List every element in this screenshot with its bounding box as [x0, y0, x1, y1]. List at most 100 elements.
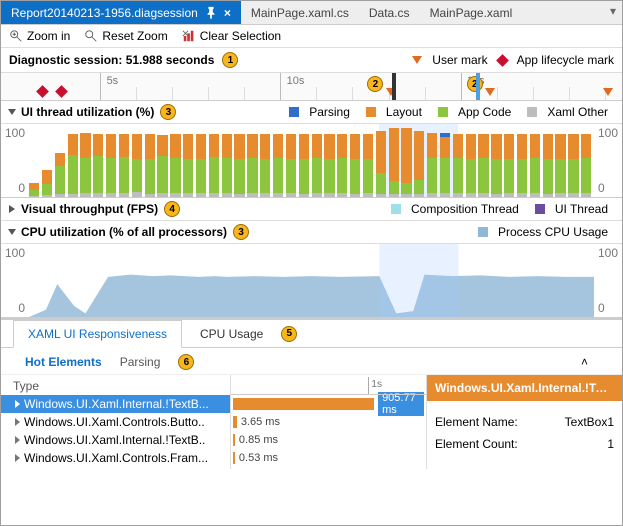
expander-icon[interactable] [15, 454, 20, 462]
chevron-up-icon[interactable]: ˄ [581, 355, 588, 369]
axis-right: 1000 [594, 124, 622, 197]
ui-thread-legend: Parsing Layout App Code Xaml Other [289, 105, 614, 119]
visual-throughput-title: Visual throughput (FPS) [21, 202, 158, 216]
legend-label: Process CPU Usage [498, 225, 608, 239]
expander-icon[interactable] [15, 418, 20, 426]
legend-label: Parsing [309, 105, 350, 119]
timeline-ruler[interactable]: 5s10s15s22 [1, 73, 622, 101]
duration-bar [233, 434, 235, 446]
clear-selection-icon [182, 29, 196, 43]
duration-bar [233, 398, 374, 410]
info-header: Windows.UI.Xaml.Internal.!TextB [427, 375, 622, 401]
bars-panel: 1s 905.77 ms 3.65 ms 0.85 ms 0.53 ms [231, 375, 427, 469]
legend-label: App Code [458, 105, 511, 119]
expander-icon[interactable] [8, 229, 16, 235]
bar-ruler: 1s [231, 377, 426, 395]
toolbar: Zoom in Reset Zoom Clear Selection [1, 25, 622, 48]
cpu-title: CPU utilization (% of all processors) [21, 225, 227, 239]
duration-bar [233, 416, 237, 428]
info-element-name-value: TextBox1 [565, 415, 614, 429]
info-element-name-label: Element Name: [435, 415, 518, 429]
duration-bar-row: 0.85 ms [231, 431, 426, 449]
tree-item[interactable]: Windows.UI.Xaml.Controls.Fram... [1, 449, 230, 467]
clear-selection-button[interactable]: Clear Selection [182, 29, 281, 43]
duration-value: 0.85 ms [239, 434, 278, 446]
legend-swatch [289, 107, 299, 117]
pin-icon[interactable] [204, 6, 218, 20]
zoom-in-button[interactable]: Zoom in [9, 29, 70, 43]
axis-right: 1000 [594, 244, 622, 317]
tab-cpu-usage[interactable]: CPU Usage [186, 321, 277, 347]
tree-panel: Type Windows.UI.Xaml.Internal.!TextB... W… [1, 375, 231, 469]
close-icon[interactable]: × [224, 6, 231, 20]
tab-active-report[interactable]: Report20140213-1956.diagsession × [1, 1, 241, 24]
tab-mainpage-xaml[interactable]: MainPage.xaml [420, 1, 523, 24]
legend-swatch [478, 227, 488, 237]
cpu-chart[interactable]: 1000 1000 [1, 244, 622, 318]
bottom-sub-tabs: Hot Elements Parsing 6 ˄ [1, 348, 622, 375]
callout-3a: 3 [160, 104, 176, 120]
duration-bar [233, 452, 235, 464]
detail-row: Type Windows.UI.Xaml.Internal.!TextB... W… [1, 375, 622, 469]
overflow-chevron-icon[interactable]: ▾ [604, 1, 622, 24]
expander-icon[interactable] [15, 436, 20, 444]
tree-item[interactable]: Windows.UI.Xaml.Controls.Butto.. [1, 413, 230, 431]
info-element-count-value: 1 [607, 437, 614, 451]
legend-label: Composition Thread [411, 202, 519, 216]
duration-bar-row: 905.77 ms [231, 395, 426, 413]
tab-mainpage-cs[interactable]: MainPage.xaml.cs [241, 1, 359, 24]
bottom-pane: XAML UI Responsiveness CPU Usage 5 Hot E… [1, 318, 622, 469]
tab-label: Report20140213-1956.diagsession [11, 6, 198, 20]
tree-item-label: Windows.UI.Xaml.Controls.Fram... [24, 451, 208, 465]
legend-lifecycle: App lifecycle mark [517, 53, 614, 67]
axis-left: 1000 [1, 244, 29, 317]
legend-label: UI Thread [555, 202, 608, 216]
duration-value: 0.53 ms [239, 452, 278, 464]
callout-2: 2 [367, 76, 383, 92]
legend-user-mark: User mark [432, 53, 487, 67]
tree-item[interactable]: Windows.UI.Xaml.Internal.!TextB.. [1, 431, 230, 449]
tree-item-label: Windows.UI.Xaml.Internal.!TextB.. [24, 433, 205, 447]
duration-bar-row: 0.53 ms [231, 449, 426, 467]
session-label: Diagnostic session: 51.988 seconds [9, 53, 214, 67]
duration-value: 3.65 ms [241, 416, 280, 428]
expander-icon[interactable] [15, 400, 20, 408]
bottom-tabs: XAML UI Responsiveness CPU Usage 5 [1, 320, 622, 348]
legend-swatch [391, 204, 401, 214]
session-info: Diagnostic session: 51.988 seconds 1 Use… [1, 48, 622, 73]
duration-value: 905.77 ms [378, 392, 424, 416]
visual-throughput-header: Visual throughput (FPS) 4 Composition Th… [1, 198, 622, 221]
callout-6: 6 [178, 354, 194, 370]
tree-item[interactable]: Windows.UI.Xaml.Internal.!TextB... [1, 395, 230, 413]
visual-throughput-legend: Composition Thread UI Thread [391, 202, 614, 216]
lifecycle-mark-icon [55, 85, 68, 98]
callout-4: 4 [164, 201, 180, 217]
legend-swatch [366, 107, 376, 117]
tree-item-label: Windows.UI.Xaml.Controls.Butto.. [24, 415, 205, 429]
callout-1: 1 [222, 52, 238, 68]
tab-xaml-responsiveness[interactable]: XAML UI Responsiveness [13, 320, 182, 348]
legend-swatch [535, 204, 545, 214]
legend-label: Xaml Other [547, 105, 608, 119]
callout-5: 5 [281, 326, 297, 342]
subtab-parsing[interactable]: Parsing [120, 355, 161, 369]
tab-data-cs[interactable]: Data.cs [359, 1, 420, 24]
tree-header: Type [1, 377, 230, 395]
ui-thread-chart[interactable]: 1000 1000 [1, 124, 622, 198]
ui-thread-header: UI thread utilization (%) 3 Parsing Layou… [1, 101, 622, 124]
tree-item-label: Windows.UI.Xaml.Internal.!TextB... [24, 397, 209, 411]
legend-swatch [438, 107, 448, 117]
expander-icon[interactable] [9, 205, 15, 213]
expander-icon[interactable] [8, 109, 16, 115]
legend-label: Layout [386, 105, 422, 119]
axis-left: 1000 [1, 124, 29, 197]
legend-swatch [527, 107, 537, 117]
zoom-in-icon [9, 29, 23, 43]
subtab-hot-elements[interactable]: Hot Elements [25, 355, 102, 369]
zoom-reset-icon [84, 29, 98, 43]
reset-zoom-button[interactable]: Reset Zoom [84, 29, 167, 43]
user-mark-icon [412, 56, 422, 64]
callout-2: 2 [467, 76, 483, 92]
ui-thread-title: UI thread utilization (%) [21, 105, 154, 119]
info-panel: Windows.UI.Xaml.Internal.!TextB Element … [427, 375, 622, 469]
